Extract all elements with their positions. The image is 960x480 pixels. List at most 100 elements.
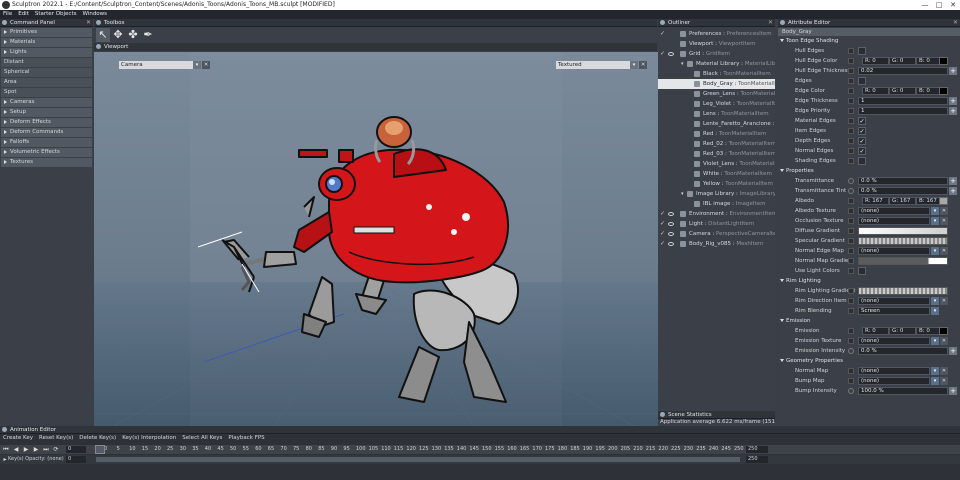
keyframe-icon[interactable]	[848, 218, 854, 224]
viewport-3d[interactable]: Camera ▾ ✕ Textured ▾ ✕	[94, 52, 658, 426]
bump-intensity-input[interactable]: 100.0 %	[858, 387, 948, 395]
section-properties[interactable]: Properties	[778, 166, 960, 176]
key-track[interactable]: ▸ Key(s) Opacity: (none) 0 250	[0, 455, 960, 464]
skip-start-icon[interactable]: ⏮	[2, 446, 10, 453]
hull-edge-color-r-field[interactable]: R: 0	[862, 57, 889, 65]
eye-icon[interactable]	[668, 212, 674, 216]
command-item-deform-commands[interactable]: Deform Commands	[1, 128, 92, 137]
keyframe-icon[interactable]	[848, 98, 854, 104]
visible-check-icon[interactable]: ✓	[660, 209, 665, 219]
outliner-row[interactable]: Body_Gray : ToonMaterialItem	[658, 79, 775, 89]
visible-check-icon[interactable]: ✓	[660, 29, 665, 39]
outliner-row[interactable]: Black : ToonMaterialItem	[658, 69, 775, 79]
clear-icon[interactable]: ✕	[940, 337, 948, 345]
eye-icon[interactable]	[668, 242, 674, 246]
chevron-down-icon[interactable]: ▾	[931, 247, 939, 255]
command-item-spherical[interactable]: Spherical	[1, 68, 92, 77]
maximize-button[interactable]: □	[932, 0, 946, 10]
delete-keys-button[interactable]: Delete Key(s)	[79, 434, 116, 443]
section-rim-lighting[interactable]: Rim Lighting	[778, 276, 960, 286]
transmittance-input[interactable]: 0.0 %	[858, 177, 948, 185]
rim-direction-item-select[interactable]: (none)	[858, 297, 930, 305]
albedo-r-field[interactable]: R: 167	[862, 197, 889, 205]
keyframe-icon[interactable]	[848, 308, 854, 314]
menu-file[interactable]: File	[3, 10, 12, 19]
start-frame-field[interactable]: 0	[66, 456, 86, 463]
keyframe-icon[interactable]	[848, 158, 854, 164]
outliner-row[interactable]: ✓ Body_Rig_v085 : MeshItem	[658, 239, 775, 249]
outliner-row[interactable]: White : ToonMaterialItem	[658, 169, 775, 179]
hull-edge-color-g-field[interactable]: G: 0	[889, 57, 916, 65]
panel-pin-icon[interactable]	[96, 20, 101, 25]
outliner-row[interactable]: Viewport : ViewportItem	[658, 39, 775, 49]
keyframe-icon[interactable]	[848, 88, 854, 94]
outliner-row[interactable]: Red : ToonMaterialItem	[658, 129, 775, 139]
keyframe-icon[interactable]	[848, 68, 854, 74]
command-item-area[interactable]: Area	[1, 78, 92, 87]
range-slider[interactable]	[96, 457, 740, 462]
keyframe-icon[interactable]	[848, 228, 854, 234]
shading-edges-checkbox[interactable]	[858, 157, 866, 165]
add-icon[interactable]: +	[949, 177, 957, 185]
chevron-right-icon[interactable]: ▾	[681, 189, 684, 199]
outliner-row[interactable]: ✓ Light : DistantLightItem	[658, 219, 775, 229]
chevron-down-icon[interactable]: ▾	[931, 217, 939, 225]
material-edges-checkbox[interactable]: ✓	[858, 117, 866, 125]
current-frame-field[interactable]: 0	[66, 446, 86, 453]
menu-starter-objects[interactable]: Starter Objects	[35, 10, 77, 19]
keyframe-icon[interactable]	[848, 208, 854, 214]
keyframe-icon[interactable]	[848, 58, 854, 64]
outliner-row[interactable]: Green_Lens : ToonMaterialItem	[658, 89, 775, 99]
command-item-cameras[interactable]: Cameras	[1, 98, 92, 107]
edge-color-r-field[interactable]: R: 0	[862, 87, 889, 95]
menu-windows[interactable]: Windows	[82, 10, 107, 19]
rim-lighting-gradient-gradient[interactable]	[858, 287, 948, 295]
outliner-row[interactable]: ✓ Grid : GridItem	[658, 49, 775, 59]
emission-g-field[interactable]: G: 0	[889, 327, 916, 335]
item-edges-checkbox[interactable]: ✓	[858, 127, 866, 135]
keyframe-icon[interactable]	[848, 298, 854, 304]
diffuse-gradient-gradient[interactable]	[858, 227, 948, 235]
skip-end-icon[interactable]: ⏭	[42, 446, 50, 453]
add-icon[interactable]: +	[949, 97, 957, 105]
bump-map-select[interactable]: (none)	[858, 377, 930, 385]
occlusion-texture-select[interactable]: (none)	[858, 217, 930, 225]
camera-select[interactable]: Camera ▾	[119, 61, 201, 69]
close-icon[interactable]: ✕	[768, 19, 773, 27]
minimize-button[interactable]: —	[918, 0, 932, 10]
outliner-row[interactable]: ✓ Preferences : PreferencesItem	[658, 29, 775, 39]
keyframe-icon[interactable]	[848, 48, 854, 54]
clear-icon[interactable]: ✕	[940, 207, 948, 215]
keyframe-icon[interactable]	[848, 198, 854, 204]
clear-icon[interactable]: ✕	[940, 297, 948, 305]
rim-blending-select[interactable]: Screen	[858, 307, 930, 315]
command-item-textures[interactable]: Textures	[1, 158, 92, 167]
panel-pin-icon[interactable]	[660, 412, 665, 417]
add-icon[interactable]: +	[949, 347, 957, 355]
chevron-down-icon[interactable]: ▾	[931, 307, 939, 315]
visible-check-icon[interactable]: ✓	[660, 219, 665, 229]
outliner-row[interactable]: ▾Material Library : MaterialLibraryItem	[658, 59, 775, 69]
panel-pin-icon[interactable]	[2, 20, 7, 25]
close-icon[interactable]: ✕	[953, 19, 958, 27]
emission-intensity-input[interactable]: 0.0 %	[858, 347, 948, 355]
outliner-row[interactable]: Yellow : ToonMaterialItem	[658, 179, 775, 189]
step-back-icon[interactable]: ◀	[12, 446, 20, 453]
keyframe-icon[interactable]	[848, 288, 854, 294]
hull-edges-checkbox[interactable]	[858, 47, 866, 55]
move-tool-icon[interactable]: ✥	[111, 28, 125, 42]
add-icon[interactable]: +	[949, 107, 957, 115]
keyframe-icon[interactable]	[848, 118, 854, 124]
outliner-row[interactable]: IBL image : ImageItem	[658, 199, 775, 209]
chevron-right-icon[interactable]: ▾	[681, 59, 684, 69]
panel-pin-icon[interactable]	[2, 427, 7, 432]
depth-edges-checkbox[interactable]: ✓	[858, 137, 866, 145]
create-key-button[interactable]: Create Key	[3, 434, 33, 443]
command-item-primitives[interactable]: Primitives	[1, 28, 92, 37]
clear-icon[interactable]: ✕	[940, 217, 948, 225]
keyframe-icon[interactable]	[848, 328, 854, 334]
timeline-ruler[interactable]: 0 5 10 15 20 25 30 35 40 45 50 55 60 65 70 75 80 85 90 95 10…	[92, 445, 744, 454]
select-tool-icon[interactable]: ↖	[96, 28, 110, 42]
edge-color-color-swatch[interactable]	[939, 87, 948, 95]
keyframe-icon[interactable]	[848, 138, 854, 144]
